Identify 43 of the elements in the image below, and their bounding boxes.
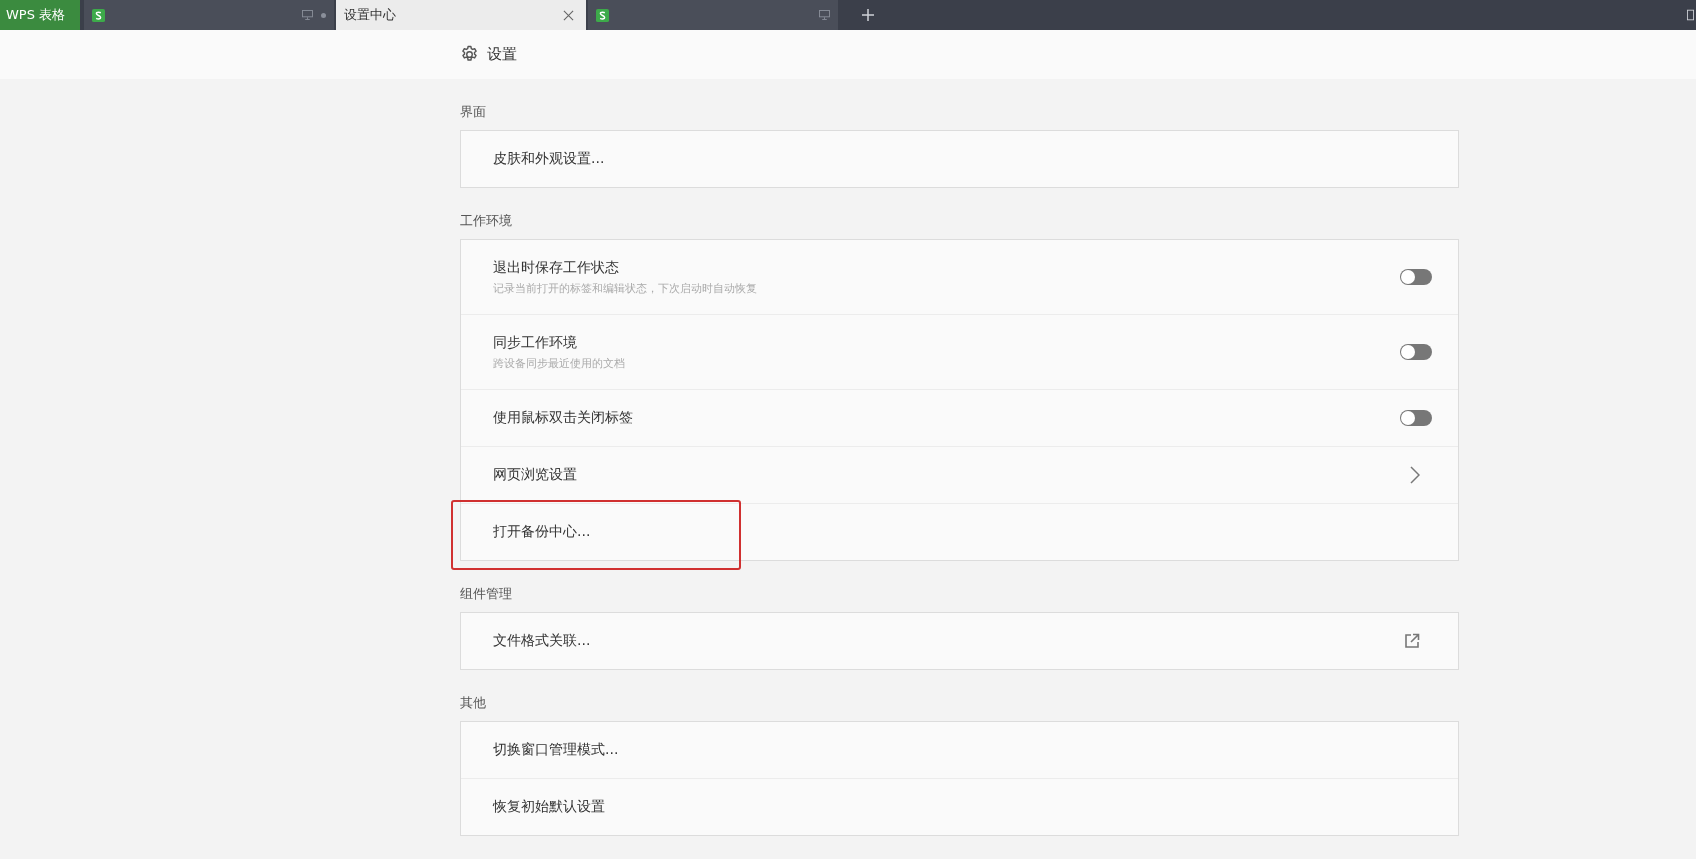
external-link-icon[interactable]: [1404, 633, 1420, 649]
settings-row[interactable]: 网页浏览设置: [461, 446, 1458, 503]
chevron-right-icon: [1410, 466, 1420, 484]
section-label: 界面: [460, 104, 486, 119]
settings-row[interactable]: 切换窗口管理模式...: [461, 722, 1458, 778]
row-description: 跨设备同步最近使用的文档: [493, 355, 625, 371]
row-description: 记录当前打开的标签和编辑状态，下次启动时自动恢复: [493, 280, 757, 296]
app-tab[interactable]: WPS 表格: [0, 0, 80, 30]
row-title: 切换窗口管理模式...: [493, 741, 619, 759]
row-title: 同步工作环境: [493, 333, 577, 352]
spreadsheet-icon: [596, 8, 609, 22]
settings-row[interactable]: 退出时保存工作状态 记录当前打开的标签和编辑状态，下次启动时自动恢复: [461, 240, 1458, 314]
tab-title: 设置中心: [344, 6, 396, 24]
document-tab[interactable]: [84, 0, 334, 30]
close-icon[interactable]: [563, 9, 574, 21]
row-title: 文件格式关联...: [493, 632, 591, 650]
settings-row[interactable]: 使用鼠标双击关闭标签: [461, 389, 1458, 446]
settings-row[interactable]: 打开备份中心...: [461, 503, 1458, 560]
row-title: 退出时保存工作状态: [493, 258, 619, 277]
row-title: 打开备份中心...: [493, 523, 591, 541]
section-label: 工作环境: [460, 213, 512, 228]
settings-row[interactable]: 恢复初始默认设置: [461, 778, 1458, 835]
window-icon[interactable]: [1687, 9, 1694, 21]
settings-row[interactable]: 皮肤和外观设置...: [461, 131, 1458, 187]
monitor-icon: [302, 10, 313, 20]
row-title: 使用鼠标双击关闭标签: [493, 409, 633, 427]
settings-tab[interactable]: 设置中心: [336, 0, 586, 30]
spreadsheet-icon: [92, 8, 105, 22]
row-title: 网页浏览设置: [493, 466, 577, 484]
row-title: 皮肤和外观设置...: [493, 150, 605, 168]
page-title: 设置: [487, 45, 517, 64]
row-title: 恢复初始默认设置: [493, 798, 605, 816]
toggle-switch[interactable]: [1400, 410, 1432, 426]
section-label: 其他: [460, 695, 486, 710]
settings-row[interactable]: 同步工作环境 跨设备同步最近使用的文档: [461, 314, 1458, 389]
document-tab[interactable]: [588, 0, 838, 30]
settings-icon: [460, 45, 479, 64]
add-tab-icon[interactable]: [862, 9, 874, 21]
monitor-icon: [819, 10, 830, 20]
toggle-switch[interactable]: [1400, 269, 1432, 285]
settings-row[interactable]: 文件格式关联...: [461, 613, 1458, 669]
toggle-switch[interactable]: [1400, 344, 1432, 360]
section-label: 组件管理: [460, 586, 512, 601]
